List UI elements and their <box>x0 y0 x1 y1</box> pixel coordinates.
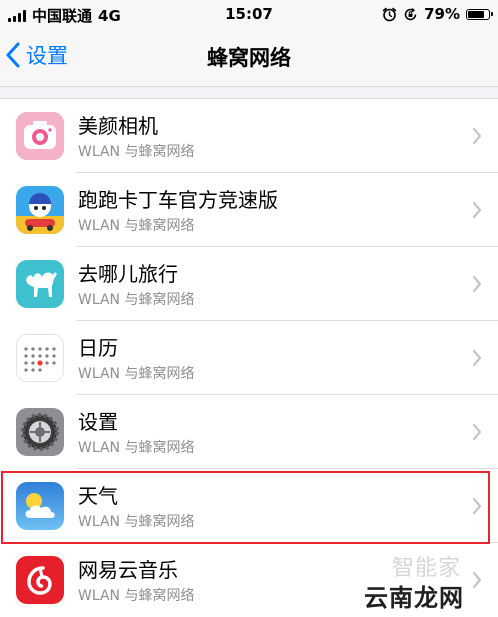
kart-rider-icon <box>16 186 64 234</box>
chevron-right-icon <box>472 275 482 293</box>
navigation-bar: 设置 蜂窝网络 <box>0 28 498 87</box>
status-bar: 中国联通 4G 15:07 79% <box>0 0 498 28</box>
app-name: 设置 <box>78 410 118 434</box>
chevron-right-icon <box>472 571 482 589</box>
beauty-camera-icon <box>16 112 64 160</box>
app-name: 跑跑卡丁车官方竞速版 <box>78 188 278 212</box>
app-network-setting: WLAN 与蜂窝网络 <box>78 366 195 382</box>
app-network-setting: WLAN 与蜂窝网络 <box>78 588 195 604</box>
page-title: 蜂窝网络 <box>207 46 291 70</box>
app-network-setting: WLAN 与蜂窝网络 <box>78 440 195 456</box>
list-item-kart-rider[interactable]: 跑跑卡丁车官方竞速版 WLAN 与蜂窝网络 <box>0 173 498 247</box>
calendar-icon <box>16 334 64 382</box>
list-item-settings[interactable]: 设置 WLAN 与蜂窝网络 <box>0 395 498 469</box>
watermark-logo: 云南龙网 <box>364 584 464 612</box>
list-item-calendar[interactable]: 日历 WLAN 与蜂窝网络 <box>0 321 498 395</box>
qunar-camel-icon <box>16 260 64 308</box>
alarm-icon <box>382 7 397 21</box>
app-name: 美颜相机 <box>78 114 158 138</box>
battery-percentage: 79% <box>424 5 460 23</box>
app-network-setting: WLAN 与蜂窝网络 <box>78 144 195 160</box>
app-name: 日历 <box>78 336 118 360</box>
app-network-setting: WLAN 与蜂窝网络 <box>78 292 195 308</box>
battery-icon <box>466 8 493 20</box>
status-right: 79% <box>382 5 493 23</box>
app-network-setting: WLAN 与蜂窝网络 <box>78 218 195 234</box>
app-name: 去哪儿旅行 <box>78 262 178 286</box>
chevron-right-icon <box>472 201 482 219</box>
chevron-right-icon <box>472 349 482 367</box>
chevron-right-icon <box>472 127 482 145</box>
chevron-right-icon <box>472 423 482 441</box>
settings-gear-icon <box>16 408 64 456</box>
rotation-lock-icon <box>404 7 417 20</box>
list-item-qunar[interactable]: 去哪儿旅行 WLAN 与蜂窝网络 <box>0 247 498 321</box>
battery-level-fill <box>468 10 484 18</box>
highlight-box <box>1 471 490 544</box>
list-item-beauty-camera[interactable]: 美颜相机 WLAN 与蜂窝网络 <box>0 99 498 173</box>
netease-music-icon <box>16 556 64 604</box>
app-name: 网易云音乐 <box>78 558 178 582</box>
